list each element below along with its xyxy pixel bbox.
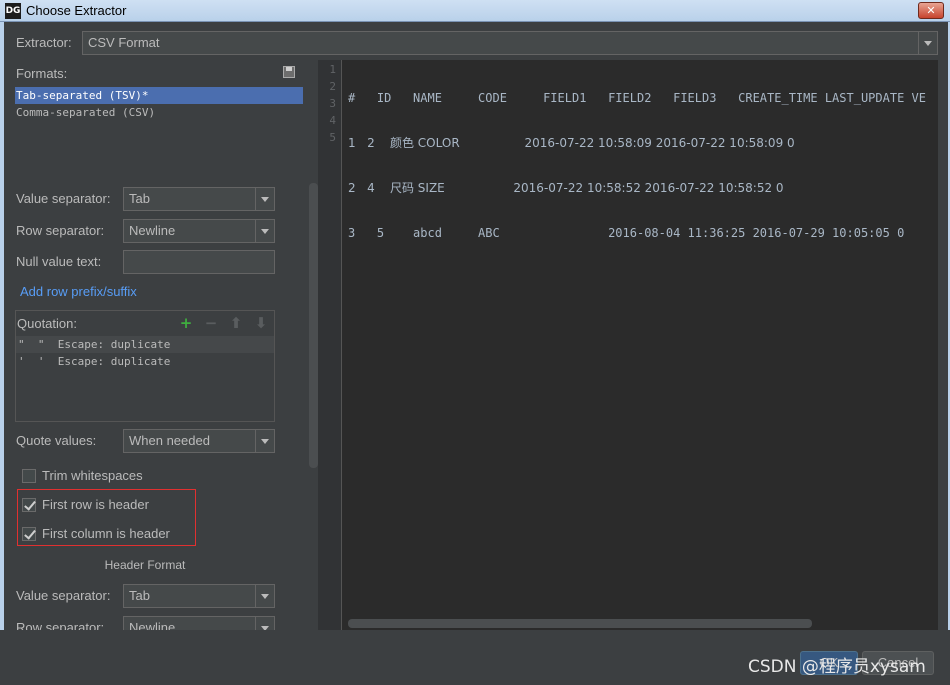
value-separator-value: Tab (129, 191, 150, 206)
chevron-down-icon (255, 220, 274, 242)
chevron-down-icon (255, 188, 274, 210)
chevron-down-icon (255, 617, 274, 630)
header-row-separator-label: Row separator: (16, 620, 105, 630)
trim-whitespaces-label: Trim whitespaces (42, 468, 143, 483)
row-separator-label: Row separator: (16, 223, 105, 238)
quotation-list: " " Escape: duplicate ' ' Escape: duplic… (16, 336, 274, 421)
header-value-separator-value: Tab (129, 588, 150, 603)
preview-row: 2 4 尺码 SIZE 2016-07-22 10:58:52 2016-07-… (348, 181, 784, 195)
arrow-down-icon[interactable]: ⬇ (253, 315, 269, 331)
format-item-csv[interactable]: Comma-separated (CSV) (15, 104, 303, 121)
close-icon[interactable]: ✕ (918, 2, 944, 19)
value-separator-label: Value separator: (16, 191, 111, 206)
chevron-down-icon (918, 32, 937, 54)
preview-row (348, 270, 926, 287)
null-value-text-label: Null value text: (16, 254, 102, 269)
preview-editor[interactable]: 1 2 3 4 5 # ID NAME CODE FIELD1 FIELD2 F… (318, 60, 938, 630)
clipped-row: Row separator: Newline (0, 614, 310, 630)
quotation-item-double[interactable]: " " Escape: duplicate (16, 336, 274, 353)
line-number: 4 (329, 114, 336, 127)
quotation-toolbar: Quotation: + − ⬆ ⬇ (16, 311, 274, 336)
quote-values-value: When needed (129, 433, 210, 448)
value-separator-select[interactable]: Tab (123, 187, 275, 211)
chevron-down-icon (255, 430, 274, 452)
header-format-title: Header Format (104, 558, 186, 572)
header-row-separator-value: Newline (129, 620, 176, 630)
header-value-separator-label: Value separator: (16, 588, 111, 603)
datagrip-app-icon: DG (5, 3, 21, 19)
chevron-down-icon (255, 585, 274, 607)
header-value-separator-select[interactable]: Tab (123, 584, 275, 608)
quote-values-label: Quote values: (16, 433, 97, 448)
window-title: Choose Extractor (26, 3, 127, 18)
line-number: 2 (329, 80, 336, 93)
preview-row: 1 2 颜色 COLOR 2016-07-22 10:58:09 2016-07… (348, 136, 795, 150)
left-panel-scrollbar[interactable] (309, 183, 318, 468)
preview-text: # ID NAME CODE FIELD1 FIELD2 FIELD3 CREA… (348, 62, 926, 315)
title-bar: DG Choose Extractor ✕ (0, 0, 950, 22)
row-separator-value: Newline (129, 223, 176, 238)
preview-header-row: # ID NAME CODE FIELD1 FIELD2 FIELD3 CREA… (348, 91, 926, 105)
extractor-label: Extractor: (16, 35, 72, 50)
formats-label: Formats: (16, 66, 68, 81)
preview-horizontal-scrollbar[interactable] (348, 619, 812, 628)
line-number: 1 (329, 63, 336, 76)
trim-whitespaces-checkbox[interactable] (22, 469, 36, 483)
line-number: 3 (329, 97, 336, 110)
row-separator-select[interactable]: Newline (123, 219, 275, 243)
arrow-up-icon[interactable]: ⬆ (228, 315, 244, 331)
add-row-prefix-suffix-link[interactable]: Add row prefix/suffix (20, 284, 137, 299)
header-row-separator-select[interactable]: Newline (123, 616, 275, 630)
extractor-value: CSV Format (88, 35, 160, 50)
quotation-panel: Quotation: + − ⬆ ⬇ " " Escape: duplicate… (15, 310, 275, 422)
quote-values-select[interactable]: When needed (123, 429, 275, 453)
minus-icon[interactable]: − (203, 315, 219, 331)
quotation-item-single[interactable]: ' ' Escape: duplicate (16, 353, 274, 370)
quotation-label: Quotation: (17, 316, 77, 331)
formats-list: Tab-separated (TSV)* Comma-separated (CS… (15, 87, 303, 177)
extractor-select[interactable]: CSV Format (82, 31, 938, 55)
line-number-gutter: 1 2 3 4 5 (318, 60, 342, 630)
plus-icon[interactable]: + (178, 315, 194, 331)
preview-row: 3 5 abcd ABC 2016-08-04 11:36:25 2016-07… (348, 226, 905, 240)
window-border-left (0, 22, 4, 685)
csdn-watermark: CSDN @程序员xysam (748, 657, 926, 677)
annotation-highlight-box (17, 489, 196, 546)
null-value-text-field[interactable] (123, 250, 275, 274)
line-number: 5 (329, 131, 336, 144)
format-item-tsv[interactable]: Tab-separated (TSV)* (15, 87, 303, 104)
save-icon[interactable] (283, 66, 295, 78)
